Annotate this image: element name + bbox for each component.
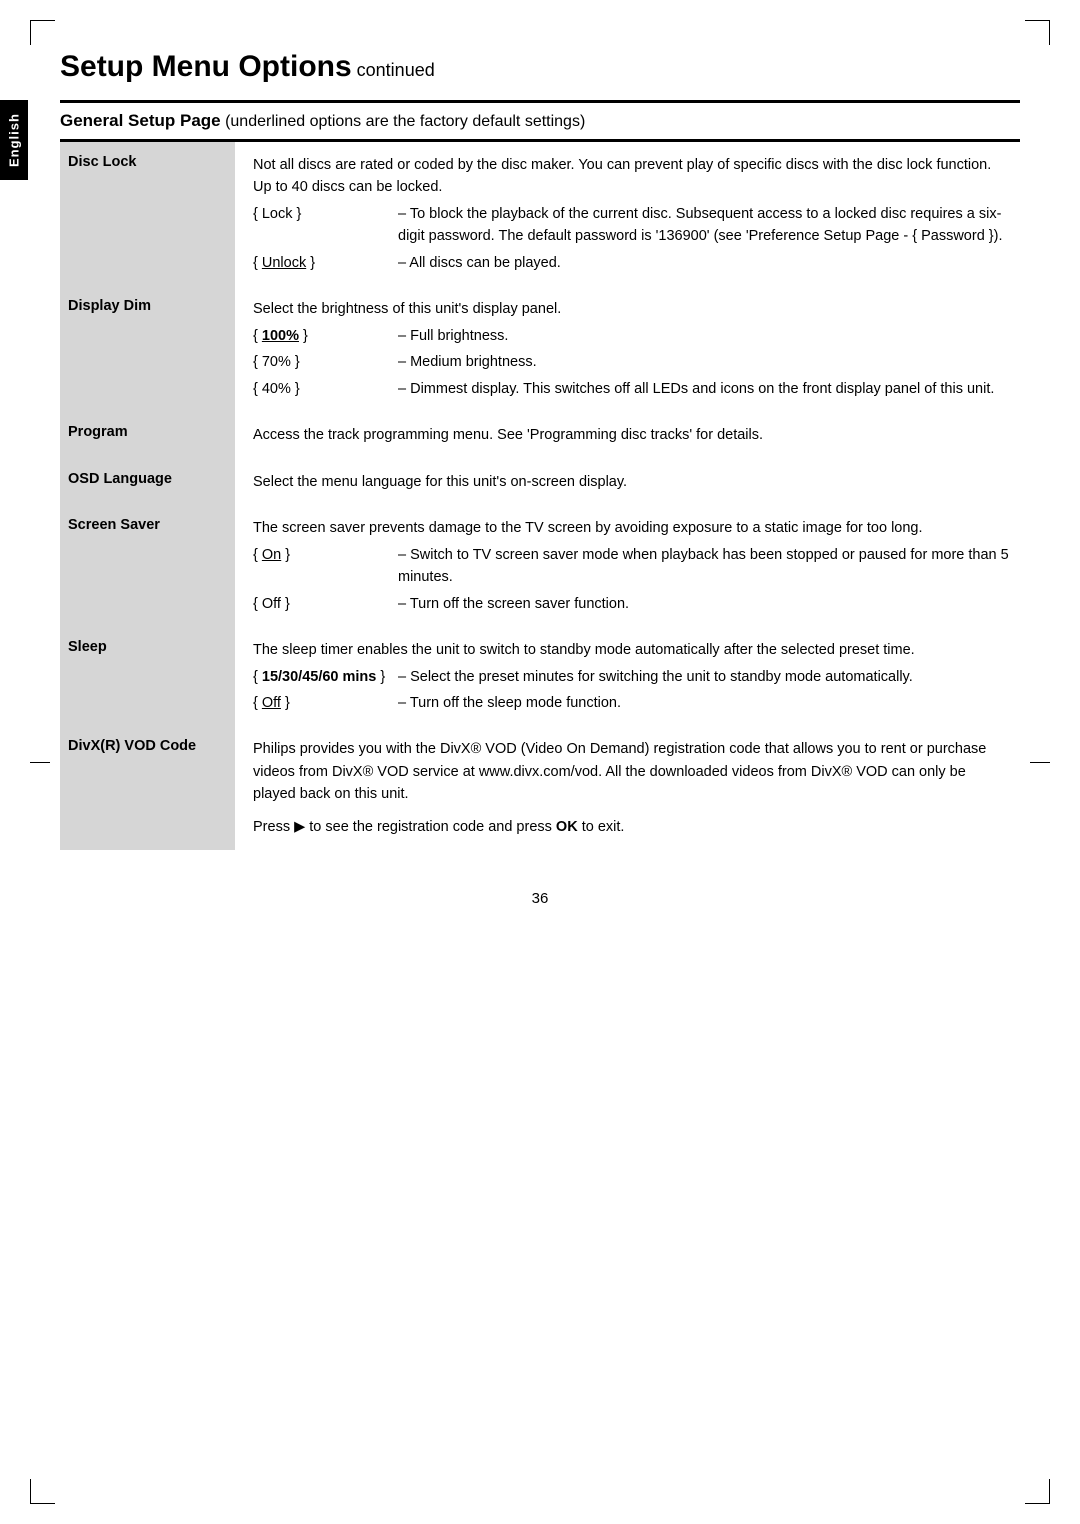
table-row: Screen Saver The screen saver prevents da… [60, 505, 1020, 627]
row-label: Disc Lock [60, 142, 235, 286]
content-table: Disc Lock Not all discs are rated or code… [60, 142, 1020, 850]
page-title: Setup Menu Options continued [60, 50, 1020, 84]
row-intro: Access the track programming menu. See '… [253, 424, 1010, 446]
option-value: – Dimmest display. This switches off all… [398, 378, 1010, 400]
option-value: – To block the playback of the current d… [398, 203, 1010, 248]
row-intro: Not all discs are rated or coded by the … [253, 154, 1010, 199]
option-value: – Select the preset minutes for switchin… [398, 666, 1010, 688]
section-header-text: General Setup Page (underlined options a… [60, 111, 585, 131]
row-label: Screen Saver [60, 505, 235, 627]
option-key: { Off } [253, 692, 398, 714]
table-row: DivX(R) VOD Code Philips provides you wit… [60, 726, 1020, 850]
option-value: – Medium brightness. [398, 351, 1010, 373]
table-row: Disc Lock Not all discs are rated or code… [60, 142, 1020, 286]
section-title: General Setup Page [60, 111, 221, 130]
row-desc: The sleep timer enables the unit to swit… [235, 627, 1020, 726]
option-row: { 100% }– Full brightness. [253, 325, 1010, 347]
section-header: English General Setup Page (underlined o… [60, 100, 1020, 142]
row-label: OSD Language [60, 459, 235, 505]
option-row: { 70% }– Medium brightness. [253, 351, 1010, 373]
row-desc: Select the menu language for this unit's… [235, 459, 1020, 505]
option-value: – Full brightness. [398, 325, 1010, 347]
page-title-text: Setup Menu Options [60, 50, 352, 83]
section-subtitle: (underlined options are the factory defa… [221, 113, 586, 130]
row-desc: Philips provides you with the DivX® VOD … [235, 726, 1020, 850]
table-row: Display Dim Select the brightness of this… [60, 286, 1020, 412]
option-row: { 40% }– Dimmest display. This switches … [253, 378, 1010, 400]
option-row: { Unlock }– All discs can be played. [253, 252, 1010, 274]
page-title-suffix: continued [352, 60, 435, 80]
row-desc: Select the brightness of this unit's dis… [235, 286, 1020, 412]
option-value: – Turn off the sleep mode function. [398, 692, 1010, 714]
option-row: { Lock }– To block the playback of the c… [253, 203, 1010, 248]
row-intro: The sleep timer enables the unit to swit… [253, 639, 1010, 661]
option-value: – Turn off the screen saver function. [398, 593, 1010, 615]
option-row: { Off }– Turn off the sleep mode functio… [253, 692, 1010, 714]
row-label: Program [60, 412, 235, 458]
row-label: DivX(R) VOD Code [60, 726, 235, 850]
table-row: Sleep The sleep timer enables the unit to… [60, 627, 1020, 726]
option-row: { 15/30/45/60 mins }– Select the preset … [253, 666, 1010, 688]
option-key: { On } [253, 544, 398, 589]
option-value: – Switch to TV screen saver mode when pl… [398, 544, 1010, 589]
row-intro: Select the menu language for this unit's… [253, 471, 1010, 493]
row-desc: Access the track programming menu. See '… [235, 412, 1020, 458]
row-extra: Press ▶ to see the registration code and… [253, 816, 1010, 838]
row-label: Display Dim [60, 286, 235, 412]
row-desc: The screen saver prevents damage to the … [235, 505, 1020, 627]
table-row: OSD Language Select the menu language for… [60, 459, 1020, 505]
option-key: { Unlock } [253, 252, 398, 274]
option-key: { 100% } [253, 325, 398, 347]
language-tab: English [0, 100, 28, 180]
option-value: – All discs can be played. [398, 252, 1010, 274]
row-intro: Philips provides you with the DivX® VOD … [253, 738, 1010, 805]
option-row: { On }– Switch to TV screen saver mode w… [253, 544, 1010, 589]
row-desc: Not all discs are rated or coded by the … [235, 142, 1020, 286]
option-key: { 70% } [253, 351, 398, 373]
option-row: { Off }– Turn off the screen saver funct… [253, 593, 1010, 615]
table-row: Program Access the track programming menu… [60, 412, 1020, 458]
option-key: { Off } [253, 593, 398, 615]
row-intro: The screen saver prevents damage to the … [253, 517, 1010, 539]
option-key: { 40% } [253, 378, 398, 400]
option-key: { 15/30/45/60 mins } [253, 666, 398, 688]
option-key: { Lock } [253, 203, 398, 248]
row-intro: Select the brightness of this unit's dis… [253, 298, 1010, 320]
page-number: 36 [60, 890, 1020, 907]
row-label: Sleep [60, 627, 235, 726]
